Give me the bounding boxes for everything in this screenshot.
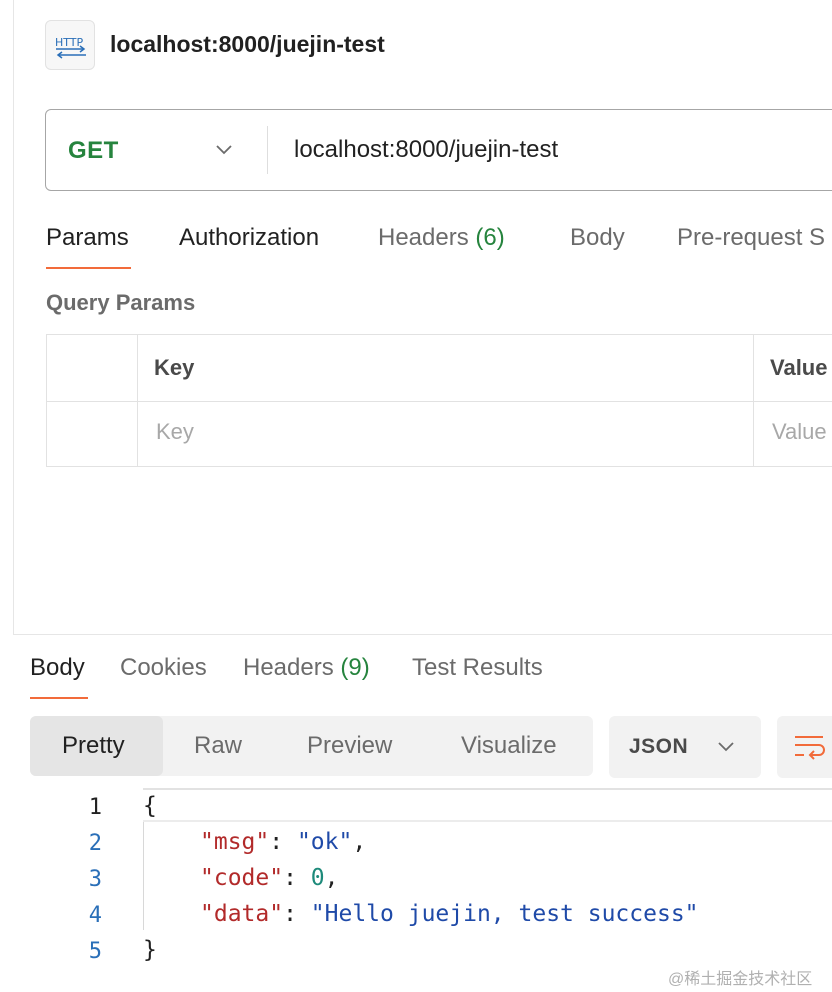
response-tab-headers[interactable]: Headers (9): [243, 654, 370, 682]
code-line-data: "data": "Hello juejin, test success": [200, 901, 699, 927]
tab-params[interactable]: Params: [46, 224, 129, 252]
line-number: 2: [88, 831, 102, 856]
response-tab-headers-label: Headers: [243, 654, 334, 681]
method-select[interactable]: GET: [68, 137, 119, 165]
format-pretty[interactable]: Pretty: [62, 732, 125, 760]
json-comma: ,: [352, 829, 367, 855]
tab-headers[interactable]: Headers (6): [378, 224, 505, 252]
code-line-msg: "msg": "ok",: [200, 829, 366, 855]
current-line-highlight: [143, 820, 832, 822]
svg-text:HTTP: HTTP: [55, 36, 84, 49]
tab-body[interactable]: Body: [570, 224, 625, 252]
key-input[interactable]: Key: [156, 419, 194, 445]
column-header-value: Value: [770, 355, 828, 380]
query-params-table: Key Value Key Value: [46, 334, 832, 467]
url-bar: GET localhost:8000/juejin-test: [45, 109, 832, 191]
response-active-tab-indicator: [30, 697, 88, 699]
json-colon: :: [283, 901, 311, 927]
response-tab-body[interactable]: Body: [30, 654, 85, 682]
response-tab-test-results[interactable]: Test Results: [412, 654, 543, 682]
line-number: 3: [88, 867, 102, 892]
tab-pre-request-script[interactable]: Pre-request S: [677, 224, 825, 252]
value-input[interactable]: Value: [772, 419, 827, 445]
column-header-key: Key: [154, 355, 195, 380]
line-number: 1: [88, 795, 102, 820]
format-visualize[interactable]: Visualize: [461, 732, 557, 760]
format-raw[interactable]: Raw: [194, 732, 242, 760]
watermark: @稀土掘金技术社区: [668, 971, 813, 988]
response-divider[interactable]: [13, 634, 832, 635]
response-tab-cookies[interactable]: Cookies: [120, 654, 207, 682]
tab-headers-label: Headers: [378, 224, 469, 251]
json-key: "code": [200, 865, 284, 891]
code-close-brace: }: [143, 937, 157, 963]
chevron-down-icon[interactable]: [214, 143, 234, 157]
headers-count: (6): [475, 224, 505, 251]
query-params-label: Query Params: [46, 290, 196, 315]
json-value: 0: [310, 865, 325, 891]
line-number: 5: [88, 939, 102, 964]
url-divider: [267, 126, 268, 174]
json-key: "msg": [200, 829, 270, 855]
http-request-icon: HTTP: [45, 20, 95, 70]
code-open-brace: {: [143, 793, 157, 819]
language-select-value: JSON: [629, 735, 689, 758]
active-tab-indicator: [46, 267, 131, 269]
response-headers-count: (9): [340, 654, 370, 681]
json-key: "data": [200, 901, 284, 927]
sidebar-divider: [13, 0, 14, 635]
json-colon: :: [269, 829, 297, 855]
json-value: "ok": [296, 829, 353, 855]
code-editor-border: [143, 788, 832, 790]
request-title[interactable]: localhost:8000/juejin-test: [110, 31, 385, 58]
json-value: "Hello juejin, test success": [310, 901, 699, 927]
url-input[interactable]: localhost:8000/juejin-test: [294, 136, 558, 164]
wrap-lines-icon: [795, 736, 825, 760]
json-comma: ,: [324, 865, 339, 891]
line-number: 4: [88, 903, 102, 928]
chevron-down-icon: [718, 742, 734, 752]
tab-authorization[interactable]: Authorization: [179, 224, 319, 252]
indent-guide: [143, 822, 144, 930]
wrap-lines-button[interactable]: [777, 716, 832, 778]
format-preview[interactable]: Preview: [307, 732, 392, 760]
json-colon: :: [283, 865, 311, 891]
code-line-code: "code": 0,: [200, 865, 339, 891]
